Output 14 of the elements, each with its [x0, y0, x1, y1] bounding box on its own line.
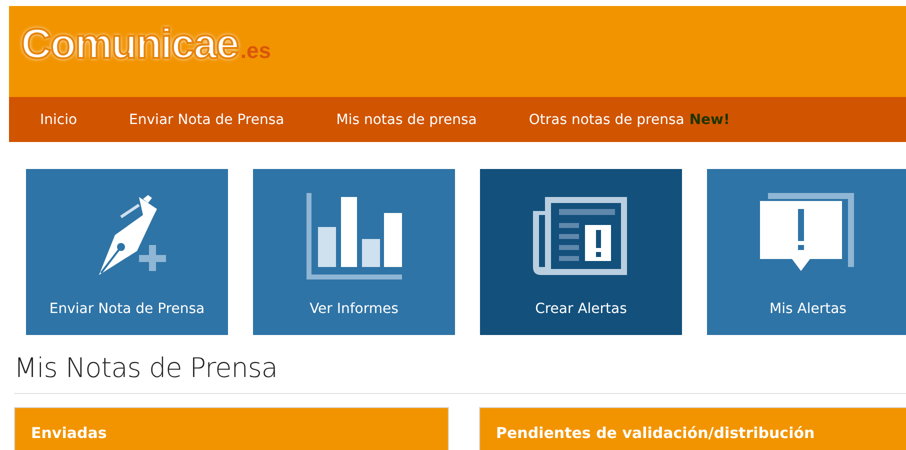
logo[interactable]: Comunicae.es: [21, 20, 271, 68]
panel-header: Pendientes de validación/distribución: [479, 407, 906, 450]
nav-link[interactable]: Inicio: [40, 112, 78, 128]
action-tile[interactable]: Ver Informes: [253, 169, 455, 335]
panel-header: Enviadas: [14, 407, 449, 450]
nav-link[interactable]: Mis notas de prensa: [336, 112, 477, 128]
bar-chart-icon: [304, 191, 404, 281]
new-label: New!: [689, 112, 730, 128]
nav-link[interactable]: Enviar Nota de Prensa: [129, 112, 284, 128]
section-title: Mis Notas de Prensa: [14, 353, 278, 384]
nav-link[interactable]: Otras notas de prensa: [528, 112, 684, 128]
action-tile[interactable]: Mis Alertas: [707, 169, 906, 335]
action-tile[interactable]: Enviar Nota de Prensa: [26, 169, 228, 335]
action-tile[interactable]: Crear Alertas: [480, 169, 682, 335]
